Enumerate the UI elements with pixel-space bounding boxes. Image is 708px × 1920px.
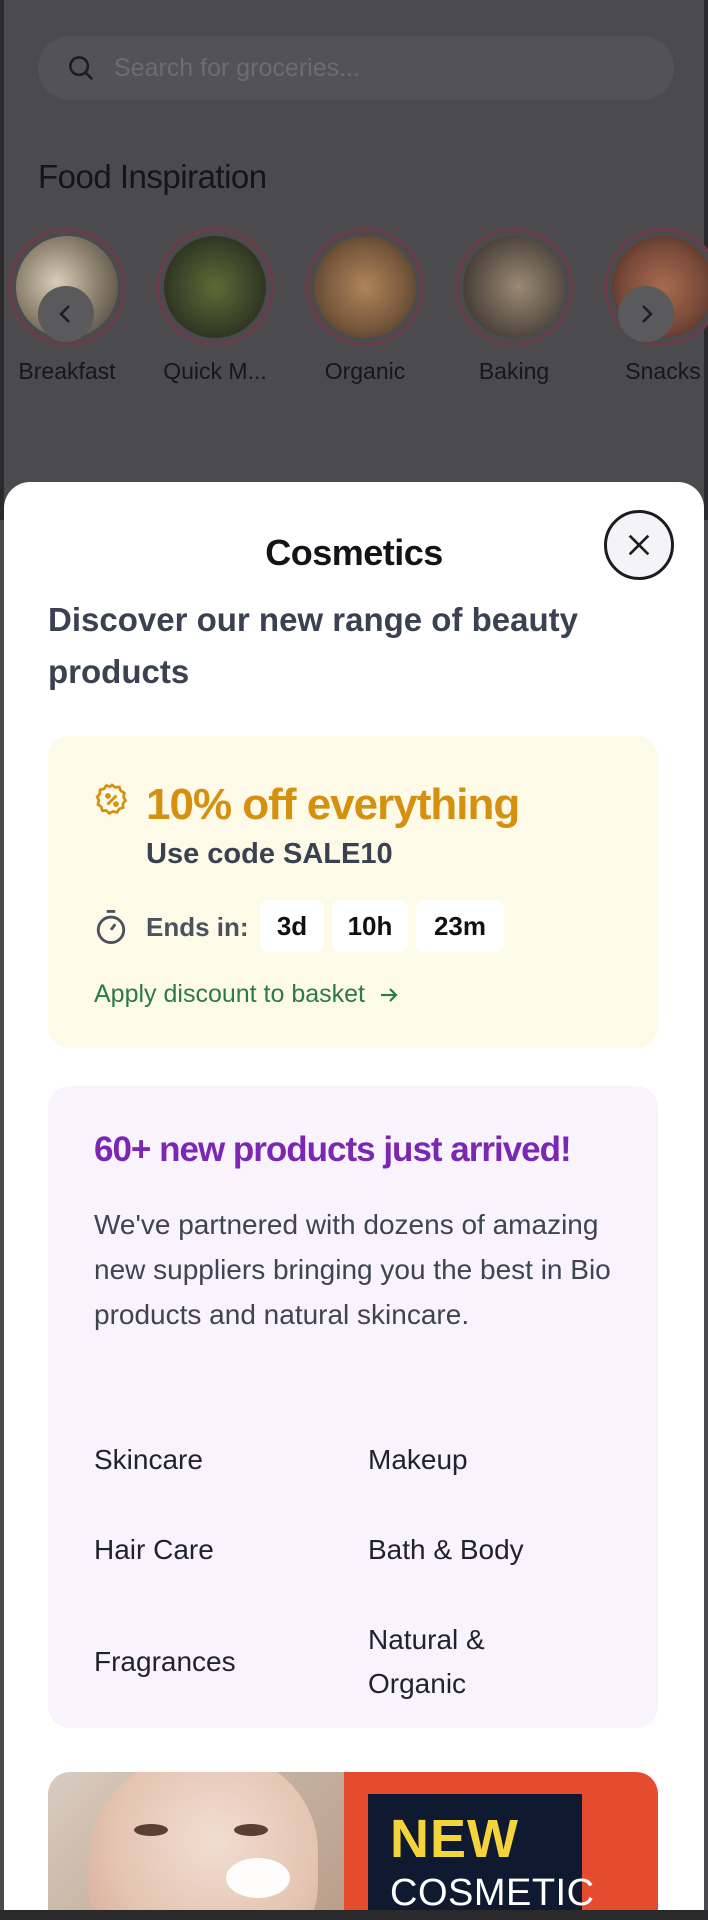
- banner-line-new: NEW: [390, 1809, 519, 1869]
- new-products-headline: 60+ new products just arrived!: [94, 1130, 572, 1169]
- category-carousel: Breakfast Quick M... Organic Baking Snac…: [4, 228, 708, 398]
- banner-photo: [48, 1772, 344, 1920]
- chevron-left-icon: [59, 305, 70, 323]
- discount-badge-icon: [95, 783, 128, 815]
- section-title: Food Inspiration: [38, 158, 267, 195]
- countdown-minutes: 23m: [416, 900, 504, 952]
- bottom-edge: [0, 1910, 708, 1920]
- sheet-title: Cosmetics: [265, 532, 443, 573]
- category-label: Snacks: [625, 358, 701, 384]
- category-label: Baking: [478, 358, 550, 384]
- category-image: [455, 228, 573, 346]
- category-skincare[interactable]: Skincare: [94, 1438, 344, 1482]
- category-label: Breakfast: [18, 358, 116, 384]
- search-bar[interactable]: Search for groceries...: [38, 36, 674, 100]
- apply-discount-link[interactable]: Apply discount to basket: [94, 980, 401, 1009]
- new-cosmetic-banner[interactable]: NEW COSMETIC: [48, 1772, 658, 1920]
- category-image: [306, 228, 424, 346]
- category-fragrances[interactable]: Fragrances: [94, 1640, 344, 1684]
- close-icon: [628, 534, 650, 556]
- new-products-card: 60+ new products just arrived! We've par…: [48, 1086, 658, 1728]
- category-item[interactable]: Baking: [455, 228, 573, 385]
- category-item[interactable]: Organic: [306, 228, 424, 385]
- banner-line-cosmetic: COSMETIC: [390, 1872, 595, 1914]
- background-app: Search for groceries... Food Inspiration…: [0, 0, 708, 520]
- category-label: Quick M...: [163, 358, 267, 384]
- chevron-right-icon: [642, 305, 653, 323]
- carousel-prev-button[interactable]: [38, 286, 94, 342]
- category-item[interactable]: Quick M...: [156, 228, 274, 385]
- category-label: Organic: [324, 358, 406, 384]
- banner-panel: NEW COSMETIC: [344, 1772, 658, 1920]
- category-bath-body[interactable]: Bath & Body: [368, 1528, 618, 1572]
- timer-icon: [96, 910, 126, 944]
- category-makeup[interactable]: Makeup: [368, 1438, 618, 1482]
- category-hair-care[interactable]: Hair Care: [94, 1528, 344, 1572]
- new-products-description: We've partnered with dozens of amazing n…: [94, 1209, 611, 1330]
- search-input[interactable]: Search for groceries...: [114, 54, 360, 83]
- countdown-hours: 10h: [332, 900, 408, 952]
- ends-in-label: Ends in:: [146, 912, 249, 942]
- apply-discount-label: Apply discount to basket: [94, 980, 365, 1008]
- cosmetics-sheet: Cosmetics Discover our new range of beau…: [4, 482, 704, 1920]
- close-button[interactable]: [604, 510, 674, 580]
- discount-code: Use code SALE10: [146, 838, 393, 870]
- arrow-right-icon: [381, 987, 398, 1002]
- sheet-subtitle: Discover our new range of beauty product…: [48, 601, 578, 690]
- countdown-days: 3d: [260, 900, 324, 952]
- discount-card: 10% off everything Use code SALE10 Ends …: [48, 736, 658, 1048]
- carousel-next-button[interactable]: [618, 286, 674, 342]
- category-image: [156, 228, 274, 346]
- discount-headline: 10% off everything: [146, 780, 520, 829]
- search-icon: [69, 56, 94, 81]
- category-natural-organic[interactable]: Natural & Organic: [368, 1618, 528, 1706]
